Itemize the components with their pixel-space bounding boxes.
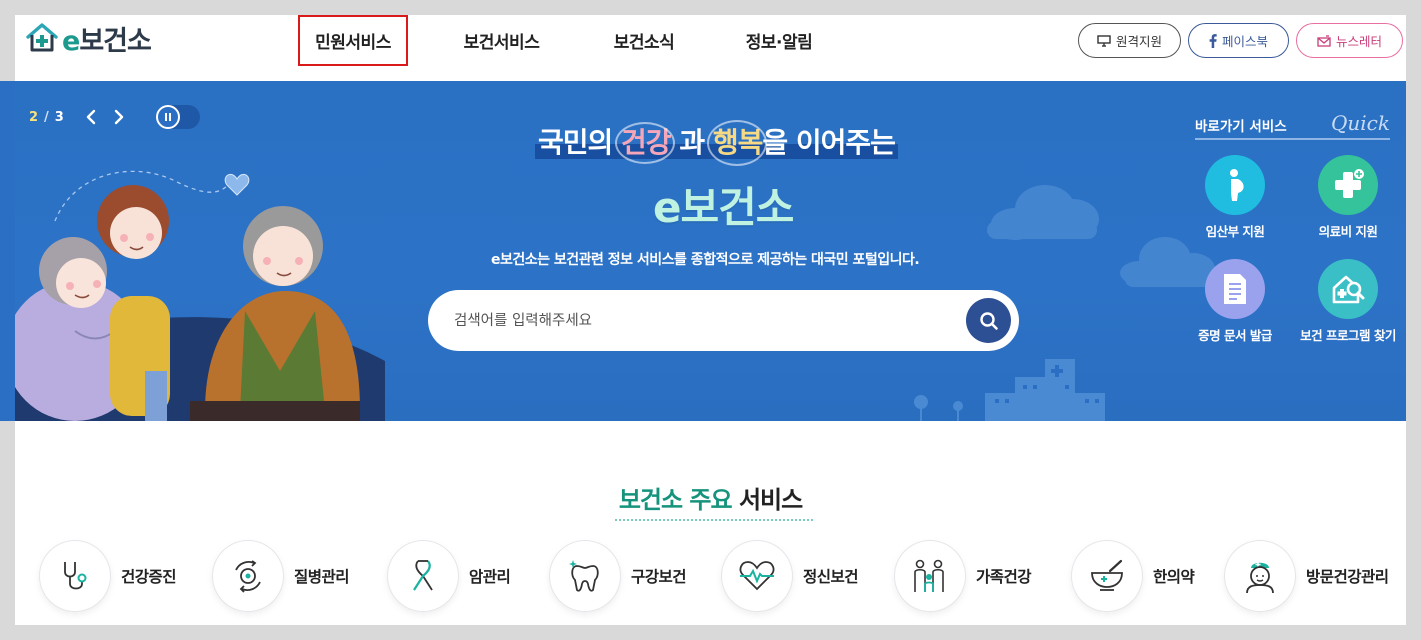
ribbon-icon — [388, 541, 458, 611]
logo-house-cross-icon — [26, 23, 58, 52]
slide-total: 3 — [54, 109, 64, 125]
utility-links: 원격지원 페이스북 뉴스레터 — [1078, 23, 1403, 58]
site-header: e보건소 민원서비스 보건서비스 보건소식 정보·알림 원격지원 페이스북 뉴스… — [15, 15, 1406, 81]
service-item-oral-health[interactable]: 구강보건 — [550, 541, 722, 611]
quick-item-program-search[interactable]: 보건 프로그램 찾기 — [1298, 259, 1398, 344]
nav-item-civil-service[interactable]: 민원서비스 — [298, 15, 408, 66]
hero-banner: 2 / 3 국민의 건강 과 행복을 이어주는 e보건소 e보건소는 보건관련 … — [15, 81, 1406, 421]
pause-icon — [155, 105, 180, 129]
cloud-icon — [987, 185, 1099, 240]
page-frame: e보건소 민원서비스 보건서비스 보건소식 정보·알림 원격지원 페이스북 뉴스… — [15, 15, 1406, 625]
pregnant-icon — [1205, 155, 1265, 215]
section-title-underline — [615, 519, 813, 521]
quick-item-certificate[interactable]: 증명 문서 발급 — [1185, 259, 1285, 344]
hospital-building-icon — [985, 359, 1105, 421]
service-item-mental-health[interactable]: 정신보건 — [722, 541, 895, 611]
mortar-icon — [1072, 541, 1142, 611]
newsletter-label: 뉴스레터 — [1335, 34, 1382, 49]
nav-item-health-news[interactable]: 보건소식 — [589, 15, 699, 66]
document-icon — [1205, 259, 1265, 319]
virus-icon — [213, 541, 283, 611]
facebook-button[interactable]: 페이스북 — [1188, 23, 1289, 58]
quick-menu: 바로가기 서비스 Quick 임산부 지원 의료비 지원 증명 문서 발급 보건… — [1195, 111, 1396, 343]
main-navigation: 민원서비스 보건서비스 보건소식 정보·알림 — [298, 15, 849, 66]
newsletter-button[interactable]: 뉴스레터 — [1296, 23, 1403, 58]
search-icon — [979, 311, 998, 330]
nurse-icon — [1225, 541, 1295, 611]
next-slide-icon[interactable] — [112, 109, 126, 125]
family-icon — [895, 541, 965, 611]
prev-slide-icon[interactable] — [84, 109, 98, 125]
monitor-icon — [1097, 34, 1111, 47]
slide-separator: / — [44, 109, 49, 125]
hero-brand: e보건소 — [653, 183, 794, 232]
newsletter-icon — [1317, 34, 1331, 47]
quick-item-medical-expense[interactable]: 의료비 지원 — [1298, 155, 1398, 240]
house-search-icon — [1318, 259, 1378, 319]
service-item-family-health[interactable]: 가족건강 — [895, 541, 1072, 611]
service-item-health-promotion[interactable]: 건강증진 — [40, 541, 213, 611]
service-item-korean-medicine[interactable]: 한의약 — [1072, 541, 1225, 611]
facebook-icon — [1209, 33, 1217, 48]
nav-item-health-service[interactable]: 보건서비스 — [414, 15, 589, 66]
search-box — [428, 290, 1019, 351]
site-logo[interactable]: e보건소 — [25, 21, 152, 57]
heart-pulse-icon — [722, 541, 792, 611]
remote-support-label: 원격지원 — [1115, 34, 1162, 49]
quick-item-pregnancy[interactable]: 임산부 지원 — [1185, 155, 1285, 240]
services-list: 건강증진 질병관리 암관리 구강보건 정신보건 가족건강 한의약 방문건강관리 — [40, 541, 1405, 611]
hero-headline: 국민의 건강 과 행복을 이어주는 — [535, 120, 898, 166]
stethoscope-icon — [40, 541, 110, 611]
service-item-disease-control[interactable]: 질병관리 — [213, 541, 388, 611]
tooth-icon — [550, 541, 620, 611]
quick-menu-title: 바로가기 서비스 Quick — [1195, 111, 1390, 140]
slide-pager: 2 / 3 — [29, 105, 200, 129]
remote-support-button[interactable]: 원격지원 — [1078, 23, 1181, 58]
hero-description: e보건소는 보건관련 정보 서비스를 종합적으로 제공하는 대국민 포털입니다. — [491, 252, 920, 268]
search-button[interactable] — [966, 298, 1011, 343]
service-item-home-visit[interactable]: 방문건강관리 — [1225, 541, 1405, 611]
slide-current: 2 — [29, 109, 39, 125]
slide-pause-toggle[interactable] — [155, 105, 200, 129]
search-input[interactable] — [454, 308, 934, 334]
nav-item-info-notice[interactable]: 정보·알림 — [709, 15, 849, 66]
medical-cross-icon — [1318, 155, 1378, 215]
logo-text: e보건소 — [62, 25, 152, 57]
service-item-cancer[interactable]: 암관리 — [388, 541, 550, 611]
services-section-title: 보건소 주요 서비스 — [618, 486, 803, 514]
facebook-label: 페이스북 — [1221, 34, 1268, 49]
